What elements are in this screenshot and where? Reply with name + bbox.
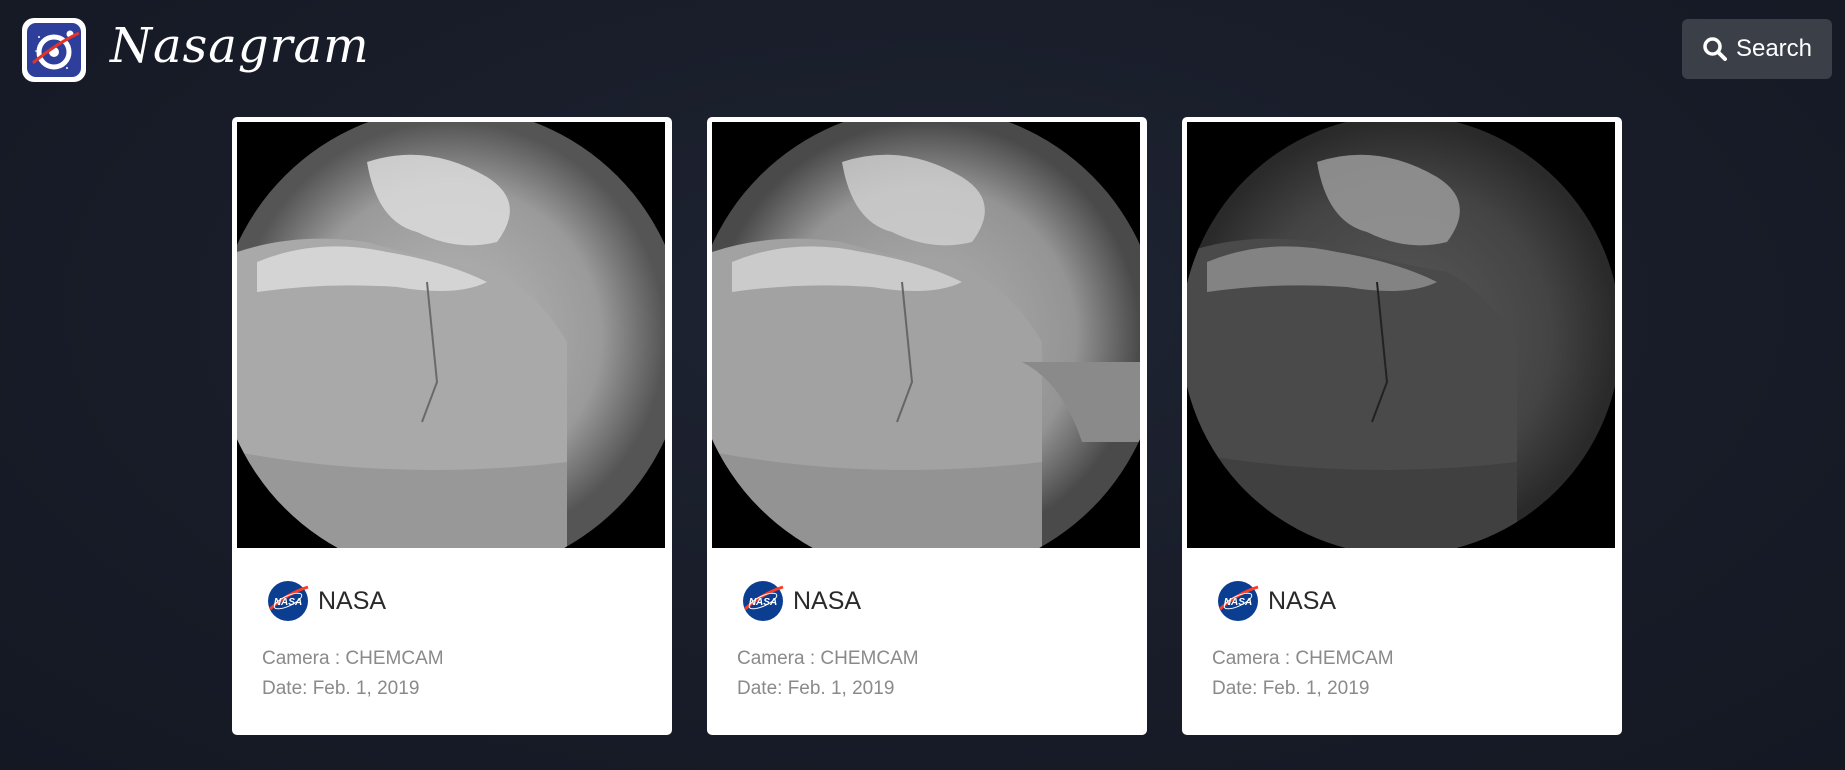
nasa-meatball-logo-icon: NASA [268,581,309,621]
nasa-meatball-logo-icon: NASA [743,581,784,621]
app-header: Nasagram Search [0,0,1845,110]
post-author[interactable]: NASA NASA [1216,579,1336,623]
post-photo[interactable] [712,122,1140,548]
date-info: Date: Feb. 1, 2019 [1212,678,1370,699]
nasa-meatball-logo-icon: NASA [1218,581,1259,621]
camera-info: Camera : CHEMCAM [737,648,919,669]
post-photo[interactable] [237,122,665,548]
date-info: Date: Feb. 1, 2019 [737,678,895,699]
app-brand-name[interactable]: Nasagram [110,18,370,74]
post-card[interactable]: NASA NASA Camera : CHEMCAM Date: Feb. 1,… [707,117,1147,735]
post-card[interactable]: NASA NASA Camera : CHEMCAM Date: Feb. 1,… [1182,117,1622,735]
svg-text:NASA: NASA [749,597,777,608]
svg-text:NASA: NASA [274,597,302,608]
post-card[interactable]: NASA NASA Camera : CHEMCAM Date: Feb. 1,… [232,117,672,735]
date-info: Date: Feb. 1, 2019 [262,678,420,699]
app-logo[interactable] [22,18,86,82]
author-name: NASA [318,586,387,615]
post-author[interactable]: NASA NASA [266,579,386,623]
post-photo[interactable] [1187,122,1615,548]
search-icon [1702,36,1728,62]
author-name: NASA [793,586,862,615]
nasagram-camera-logo-icon [27,23,81,77]
svg-text:NASA: NASA [1224,597,1252,608]
post-author[interactable]: NASA NASA [741,579,861,623]
search-button-label: Search [1735,35,1813,62]
camera-info: Camera : CHEMCAM [262,648,444,669]
camera-info: Camera : CHEMCAM [1212,648,1394,669]
author-name: NASA [1268,586,1337,615]
search-button[interactable]: Search [1682,19,1832,79]
